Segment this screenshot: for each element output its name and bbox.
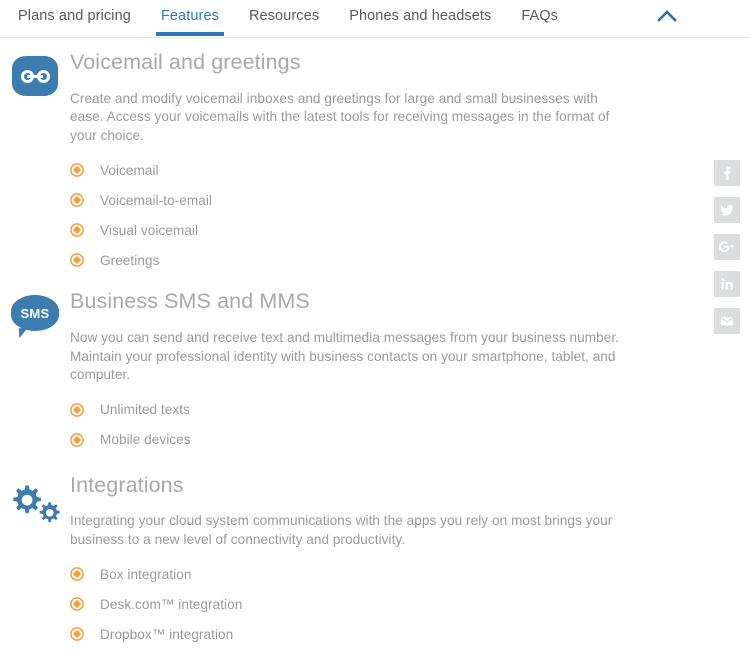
feature-list: Voicemail Voicemail-to-email Visual voic… <box>70 155 680 275</box>
sms-bubble-icon: SMS <box>11 295 59 339</box>
list-item[interactable]: Dropbox™ integration <box>70 619 680 649</box>
list-item-label: Visual voicemail <box>100 222 199 238</box>
plus-circle-icon <box>70 193 84 208</box>
facebook-icon[interactable] <box>714 160 740 186</box>
section-icon-slot <box>0 50 70 96</box>
list-item[interactable]: Box integration <box>70 559 680 589</box>
section-icon-slot <box>0 473 70 523</box>
list-item[interactable]: Desk.com™ integration <box>70 589 680 619</box>
list-item[interactable]: Greetings <box>70 245 680 275</box>
nav-item-label: Features <box>160 8 219 24</box>
section-title: Business SMS and MMS <box>70 289 310 314</box>
sms-bubble-body: SMS <box>11 295 59 332</box>
gears-icon <box>5 479 65 523</box>
list-item[interactable]: Visual voicemail <box>70 215 680 245</box>
section-body: Integrations Integrating your cloud syst… <box>70 473 750 650</box>
feature-list: Box integration Desk.com™ integration Dr… <box>70 559 680 649</box>
plus-circle-icon <box>70 253 84 268</box>
nav-item-resources[interactable]: Resources <box>249 8 319 36</box>
googleplus-icon[interactable] <box>714 234 740 260</box>
nav-item-features[interactable]: Features <box>155 8 225 36</box>
nav-item-label: FAQs <box>521 8 559 24</box>
section-business-sms-and-mms: SMS Business SMS and MMS Now you can sen… <box>0 289 750 454</box>
plus-circle-icon <box>70 567 84 582</box>
plus-circle-icon <box>70 627 84 642</box>
nav-item-phones-and-headsets[interactable]: Phones and headsets <box>349 8 491 36</box>
voicemail-tape-bar <box>27 74 43 78</box>
plus-circle-icon <box>70 402 84 417</box>
email-icon[interactable] <box>714 308 740 334</box>
section-description: Create and modify voicemail inboxes and … <box>70 90 610 143</box>
list-item-label: Voicemail <box>100 162 159 178</box>
section-body: Business SMS and MMS Now you can send an… <box>70 289 750 454</box>
list-item[interactable]: Mobile devices <box>70 425 680 455</box>
section-icon-slot: SMS <box>0 289 70 339</box>
primary-navigation: Plans and pricing Features Resources Pho… <box>0 0 750 38</box>
nav-item-label: Resources <box>248 8 320 24</box>
list-item[interactable]: Voicemail-to-email <box>70 185 680 215</box>
list-item[interactable]: Voicemail <box>70 155 680 185</box>
plus-circle-icon <box>70 432 84 447</box>
section-description: Integrating your cloud system communicat… <box>70 513 613 547</box>
list-item-label: Greetings <box>100 252 160 268</box>
section-description: Now you can send and receive text and mu… <box>70 330 619 383</box>
nav-item-plans-and-pricing[interactable]: Plans and pricing <box>18 8 131 36</box>
linkedin-icon[interactable] <box>714 271 740 297</box>
section-body: Voicemail and greetings Create and modif… <box>70 50 750 275</box>
nav-item-faqs[interactable]: FAQs <box>521 8 558 36</box>
list-item-label: Desk.com™ integration <box>100 596 243 612</box>
voicemail-icon <box>12 56 58 96</box>
sms-bubble-label: SMS <box>20 305 50 321</box>
features-content: Voicemail and greetings Create and modif… <box>0 38 750 649</box>
plus-circle-icon <box>70 597 84 612</box>
list-item-label: Mobile devices <box>100 432 191 448</box>
plus-circle-icon <box>70 223 84 238</box>
nav-item-label: Plans and pricing <box>18 8 131 24</box>
sms-bubble-tail <box>18 327 29 339</box>
nav-item-list: Plans and pricing Features Resources Pho… <box>0 8 588 36</box>
nav-item-label: Phones and headsets <box>349 8 492 24</box>
section-title: Integrations <box>70 472 184 497</box>
feature-list: Unlimited texts Mobile devices <box>70 395 680 455</box>
chevron-up-icon[interactable] <box>656 8 678 24</box>
twitter-icon[interactable] <box>714 197 740 223</box>
section-integrations: Integrations Integrating your cloud syst… <box>0 473 750 650</box>
social-share-rail <box>714 160 740 334</box>
section-title: Voicemail and greetings <box>70 50 301 74</box>
plus-circle-icon <box>70 163 84 178</box>
list-item-label: Box integration <box>100 566 192 582</box>
list-item-label: Unlimited texts <box>100 402 190 418</box>
list-item-label: Dropbox™ integration <box>100 626 234 642</box>
list-item[interactable]: Unlimited texts <box>70 395 680 425</box>
list-item-label: Voicemail-to-email <box>100 192 212 208</box>
section-voicemail-and-greetings: Voicemail and greetings Create and modif… <box>0 50 750 275</box>
